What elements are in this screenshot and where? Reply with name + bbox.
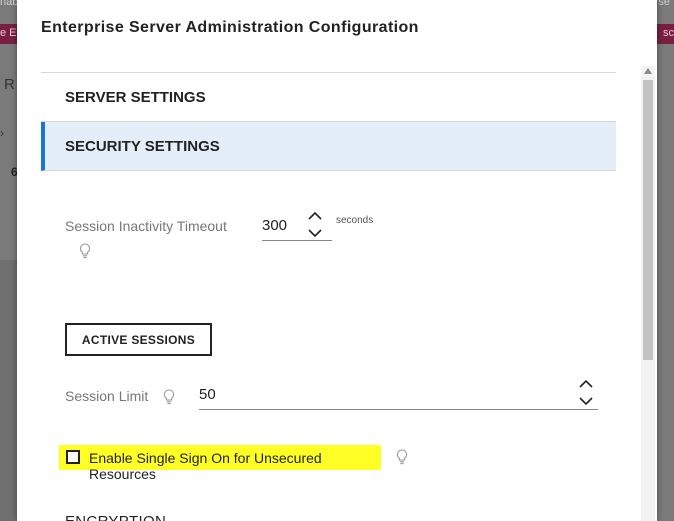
timeout-stepper[interactable]	[307, 210, 323, 240]
background-text: nab	[0, 0, 19, 8]
dialog-title: Enterprise Server Administration Configu…	[41, 19, 419, 36]
session-limit-value: 50	[199, 386, 216, 403]
background-banner-text-right: sc	[663, 27, 674, 39]
sso-label: Enable Single Sign On for Unsecured Reso…	[89, 450, 322, 482]
session-timeout-input[interactable]: 300	[262, 210, 332, 241]
session-timeout-value: 300	[262, 217, 288, 234]
active-sessions-button[interactable]: ACTIVE SESSIONS	[65, 323, 212, 356]
background-tick: ›	[0, 126, 4, 140]
stepper-chevrons-icon[interactable]	[307, 210, 323, 240]
scrollbar-thumb[interactable]	[643, 80, 653, 360]
section-security-settings-label: SECURITY SETTINGS	[65, 138, 220, 155]
limit-stepper[interactable]	[578, 378, 594, 408]
session-limit-label: Session Limit	[65, 388, 149, 404]
background-strip	[0, 260, 17, 521]
background-letter: R	[4, 76, 15, 93]
session-timeout-label: Session Inactivity Timeout	[65, 218, 227, 234]
sso-option-row[interactable]: Enable Single Sign On for Unsecured Reso…	[59, 445, 381, 482]
scroll-up-arrow-icon[interactable]	[644, 68, 652, 74]
lightbulb-icon[interactable]	[79, 243, 91, 259]
scrollbar[interactable]	[641, 66, 655, 521]
stepper-chevrons-icon[interactable]	[578, 378, 594, 408]
session-limit-input[interactable]: 50	[199, 376, 598, 410]
lightbulb-icon[interactable]	[163, 389, 175, 405]
dialog-content: SERVER SETTINGS SECURITY SETTINGS Sessio…	[41, 72, 616, 521]
config-dialog: Enterprise Server Administration Configu…	[17, 0, 657, 521]
timeout-unit: seconds	[336, 215, 374, 226]
section-security-settings[interactable]: SECURITY SETTINGS	[41, 122, 616, 171]
section-encryption-label[interactable]: ENCRYPTION	[65, 513, 166, 521]
section-server-settings[interactable]: SERVER SETTINGS	[41, 73, 616, 122]
section-server-settings-label: SERVER SETTINGS	[65, 89, 206, 106]
lightbulb-icon[interactable]	[396, 449, 408, 465]
sso-checkbox[interactable]	[66, 450, 80, 464]
